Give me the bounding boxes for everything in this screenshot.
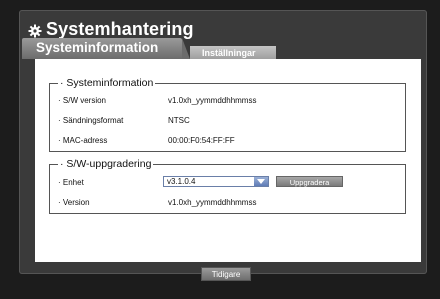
version-value: v1.0xh_yymmddhhmmss	[168, 198, 257, 207]
broadcast-format-label: · Sändningsformat	[58, 116, 124, 125]
device-select[interactable]: v3.1.0.4	[163, 176, 269, 187]
gear-icon	[28, 24, 42, 38]
sw-version-value: v1.0xh_yymmddhhmmss	[168, 96, 257, 105]
tab-systeminformation[interactable]: Systeminformation	[22, 38, 190, 59]
broadcast-format-value: NTSC	[168, 116, 190, 125]
upgrade-legend: · S/W-uppgradering	[60, 158, 152, 170]
back-button[interactable]: Tidigare	[201, 267, 251, 281]
sysinfo-legend: · Systeminformation	[60, 77, 154, 89]
device-select-value: v3.1.0.4	[167, 177, 196, 186]
window-title: Systemhantering	[46, 19, 194, 39]
upgrade-button[interactable]: Uppgradera	[276, 176, 343, 187]
sw-version-label: · S/W version	[58, 96, 107, 105]
mac-address-label: · MAC-adress	[58, 136, 108, 145]
version-label: · Version	[58, 198, 90, 207]
mac-address-value: 00:00:F0:54:FF:FF	[168, 136, 235, 145]
chevron-down-icon[interactable]	[254, 177, 268, 186]
tab-installningar[interactable]: Inställningar	[190, 46, 276, 60]
device-label: · Enhet	[58, 178, 84, 187]
